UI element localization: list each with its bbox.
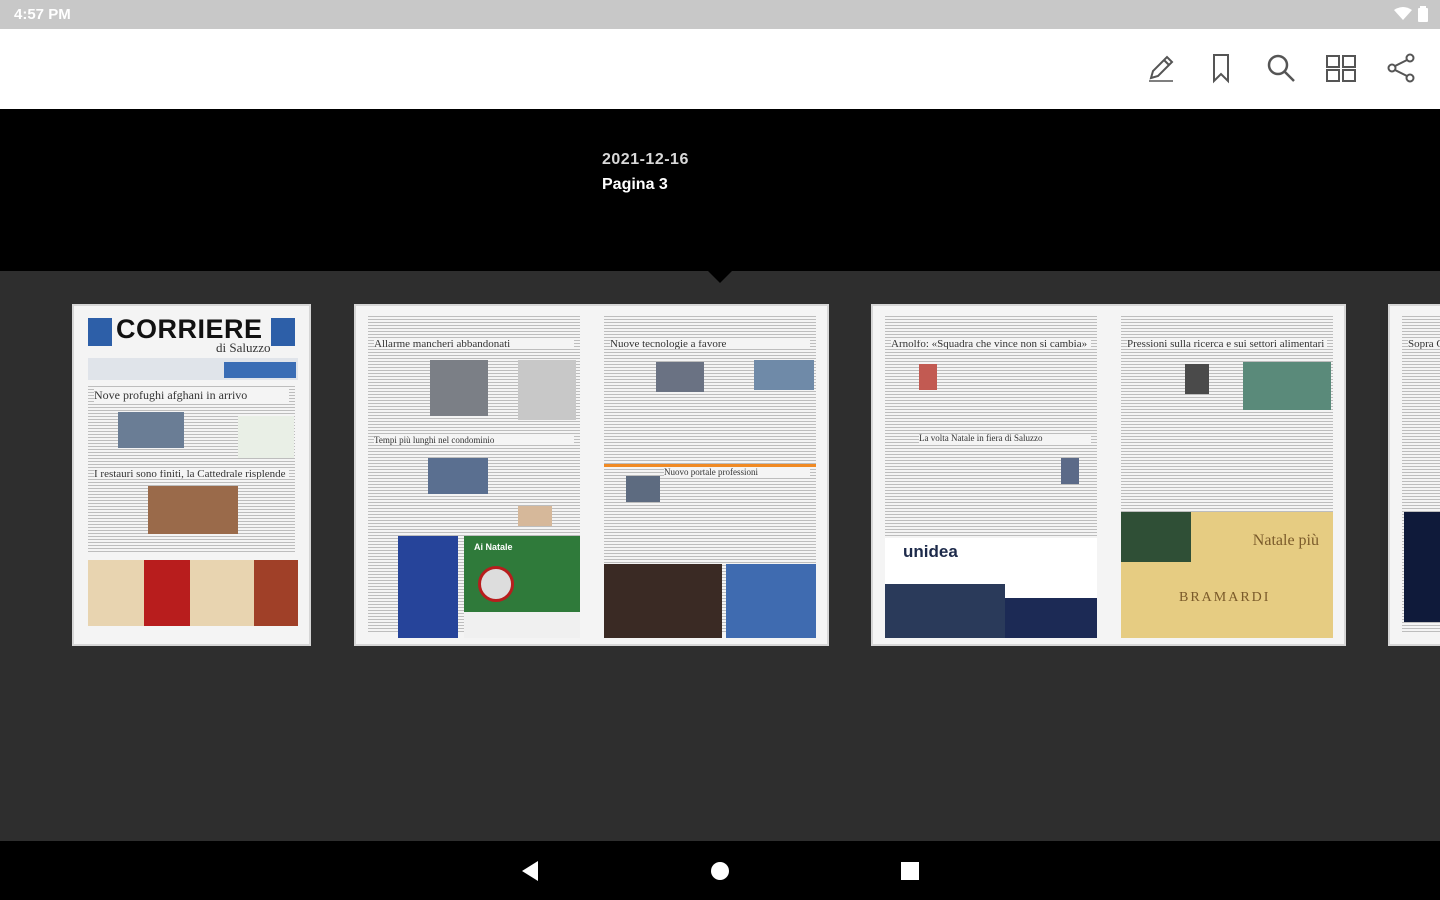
spread1-right-photo-3: [626, 476, 660, 502]
cover-headline-2: I restauri sono finiti, la Cattedrale ri…: [94, 470, 289, 479]
cover-ad-photo: [144, 560, 190, 626]
cover-masthead: CORRIERE di Saluzzo: [86, 314, 297, 355]
spread1-left-sub: Tempi più lunghi nel condominio: [374, 436, 574, 445]
masthead-logo-right: [271, 318, 295, 346]
issue-info-bar: 2021-12-16 Pagina 3: [0, 109, 1440, 271]
spread2-ad-photo: [885, 584, 1005, 638]
search-icon: [1267, 54, 1295, 82]
issue-date: 2021-12-16: [602, 151, 689, 168]
spread2-portrait-2: [1061, 458, 1079, 484]
spread1-ad-footer: [464, 612, 580, 638]
spread1-right-page: Nuove tecnologie a favore Nuovo portale …: [604, 316, 816, 638]
spread1-right-headline: Nuove tecnologie a favore: [610, 340, 810, 349]
thumbnail-spread-2-3[interactable]: Allarme mancheri abbandonati Tempi più l…: [354, 304, 829, 646]
back-icon: [522, 860, 538, 881]
spread1-photo-2: [428, 458, 488, 494]
back-button[interactable]: [515, 856, 545, 886]
thumbnail-cover[interactable]: CORRIERE di Saluzzo Nove profughi afghan…: [72, 304, 311, 646]
spread1-right-ad-1: [604, 564, 722, 638]
spread1-right-photo-1: [656, 362, 704, 392]
share-button[interactable]: [1382, 49, 1420, 87]
cover-index-box: [224, 362, 296, 378]
partial-headline: Sopra G: [1408, 340, 1440, 349]
search-button[interactable]: [1262, 49, 1300, 87]
cover-chart: [238, 416, 294, 458]
spread1-left-headline: Allarme mancheri abbandonati: [374, 340, 574, 349]
spread2-portrait-3: [1185, 364, 1209, 394]
spread1-right-photo-2: [754, 360, 814, 390]
spread1-gray-box: [518, 360, 576, 420]
battery-icon: [1418, 6, 1428, 22]
spread2-ad-unidea: unidea: [885, 538, 1097, 638]
current-page-label: Pagina 3: [602, 176, 668, 193]
spread1-right-ad-2: [726, 564, 816, 638]
spread2-ad-brand: unidea: [903, 542, 958, 561]
masthead-logo-left: [88, 318, 112, 346]
spread1-ad-green: Ai Natale: [464, 536, 580, 638]
spread1-ad-book: [398, 536, 458, 638]
spread1-left-page: Allarme mancheri abbandonati Tempi più l…: [368, 316, 580, 638]
spread2-photo: [1243, 362, 1331, 410]
partial-ad: [1404, 512, 1440, 622]
thumbnail-spread-4-5[interactable]: Arnolfo: «Squadra che vince non si cambi…: [871, 304, 1346, 646]
spread1-ad-label: Ai Natale: [474, 542, 513, 552]
thumbnail-next-partial[interactable]: Sopra G: [1388, 304, 1440, 646]
spread2-ad-tagline: Natale più: [1252, 532, 1319, 549]
status-bar: 4:57 PM: [0, 0, 1440, 29]
recents-icon: [901, 861, 919, 880]
spread2-ad-brand-2: BRAMARDI: [1179, 590, 1271, 605]
status-icons: [1394, 6, 1428, 22]
wifi-icon: [1394, 7, 1412, 20]
cover-ad-panel: [254, 560, 298, 626]
grid-view-button[interactable]: [1322, 49, 1360, 87]
partial-page: Sopra G: [1402, 316, 1440, 634]
recents-button[interactable]: [895, 856, 925, 886]
spread1-orange-rule: [604, 464, 816, 467]
share-icon: [1387, 53, 1415, 83]
page-thumbnail-strip[interactable]: CORRIERE di Saluzzo Nove profughi afghan…: [0, 271, 1440, 841]
spread2-left-headline: Arnolfo: «Squadra che vince non si cambi…: [891, 340, 1091, 349]
bookmark-icon: [1213, 54, 1229, 84]
status-time: 4:57 PM: [14, 6, 71, 23]
bookmark-button[interactable]: [1202, 49, 1240, 87]
home-icon: [711, 861, 729, 880]
spread2-ad-fir-branch: [1121, 512, 1191, 562]
masthead-subtitle: di Saluzzo: [216, 340, 271, 355]
spread1-photo-1: [430, 360, 488, 416]
spread2-left-page: Arnolfo: «Squadra che vince non si cambi…: [885, 316, 1097, 638]
spread1-ad-badge: [478, 566, 514, 602]
cover-photo-bus: [118, 412, 184, 448]
spread2-left-sub: La volta Natale in fiera di Saluzzo: [919, 434, 1091, 443]
annotate-button[interactable]: [1142, 49, 1180, 87]
system-navigation-bar: [0, 841, 1440, 900]
spread2-portrait-1: [919, 364, 937, 390]
cover-headline-1: Nove profughi afghani in arrivo: [94, 388, 289, 402]
cover-photo-cathedral: [148, 486, 238, 534]
edit-icon: [1149, 55, 1174, 82]
grid-view-icon: [1326, 55, 1356, 82]
home-button[interactable]: [705, 856, 735, 886]
spread1-photo-3: [518, 506, 552, 526]
spread2-right-page: Pressioni sulla ricerca e sui settori al…: [1121, 316, 1333, 638]
top-toolbar: [0, 29, 1440, 109]
cover-body: Nove profughi afghani in arrivo I restau…: [88, 386, 295, 554]
spread2-right-headline: Pressioni sulla ricerca e sui settori al…: [1127, 340, 1327, 349]
toolbar-actions: [1142, 49, 1420, 87]
spread2-ad-footer: [1005, 598, 1097, 638]
spread1-right-sub: Nuovo portale professioni: [664, 468, 810, 477]
spread2-ad-bramardi: Natale più BRAMARDI: [1121, 512, 1333, 638]
